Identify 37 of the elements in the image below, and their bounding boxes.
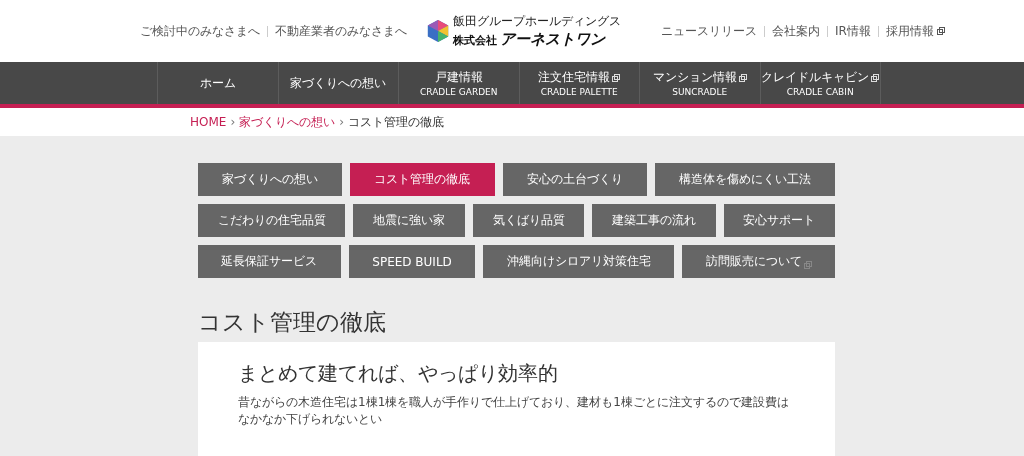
header-link[interactable]: 採用情報 — [885, 22, 934, 40]
category-tab[interactable]: 安心の土台づくり — [502, 163, 647, 196]
category-tab[interactable]: SPEED BUILD — [348, 245, 476, 278]
hexagon-logo-icon — [427, 19, 449, 43]
category-tab[interactable]: 気くばり品質 — [472, 204, 585, 237]
category-tab[interactable]: 構造体を傷めにくい工法 — [654, 163, 835, 196]
breadcrumb-link[interactable]: HOME — [190, 115, 227, 129]
logo-prefix-text: 株式会社 — [453, 33, 497, 48]
nav-item[interactable]: マンション情報 SUNCRADLE — [640, 62, 761, 104]
header-link[interactable]: IR情報 — [835, 22, 871, 40]
breadcrumb-link[interactable]: 家づくりへの想い — [239, 113, 336, 131]
nav-item[interactable]: 戸建情報 CRADLE GARDEN — [399, 62, 520, 104]
breadcrumb-separator: › — [339, 115, 345, 129]
category-tab[interactable]: 家づくりへの想い — [198, 163, 343, 196]
category-tab[interactable]: コスト管理の徹底 — [350, 163, 495, 196]
header-link[interactable]: ご検討中のみなさまへ — [140, 22, 260, 40]
category-tab[interactable]: 延長保証サービス — [198, 245, 341, 278]
category-tab[interactable]: 安心サポート — [723, 204, 836, 237]
page-title: コスト管理の徹底 — [198, 308, 387, 337]
nav-item[interactable]: 注文住宅情報 CRADLE PALETTE — [519, 62, 640, 104]
logo-name-text: アーネストワン — [500, 30, 605, 49]
body-paragraph: 昔ながらの木造住宅は1棟1棟を職人が手作りで仕上げており、建材も1棟ごとに注文するので建設費はなかなか下げられないとい — [238, 394, 790, 428]
nav-item[interactable]: クレイドルキャビン CRADLE CABIN — [760, 62, 881, 104]
header-link[interactable]: 不動産業者のみなさまへ — [275, 22, 407, 40]
header-link[interactable]: 会社案内 — [772, 22, 820, 40]
category-tab[interactable]: 沖縄向けシロアリ対策住宅 — [483, 245, 675, 278]
header-link[interactable]: ニュースリリース — [661, 22, 757, 40]
logo-group-text: 飯田グループホールディングス — [453, 13, 621, 30]
breadcrumb-current: コスト管理の徹底 — [348, 113, 445, 131]
breadcrumb-separator: › — [230, 115, 236, 129]
category-tab[interactable]: 建築工事の流れ — [592, 204, 716, 237]
category-tab[interactable]: こだわりの住宅品質 — [198, 204, 346, 237]
nav-item[interactable]: 家づくりへの想い — [278, 62, 399, 104]
section-heading: まとめて建てれば、やっぱり効率的 — [238, 360, 559, 386]
category-tab[interactable]: 訪問販売について — [682, 245, 835, 278]
category-tab[interactable]: 地震に強い家 — [353, 204, 465, 237]
nav-item[interactable]: ホーム — [158, 62, 279, 104]
